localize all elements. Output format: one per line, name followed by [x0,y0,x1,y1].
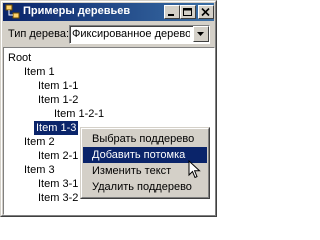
tree-node-root[interactable]: Root [6,51,33,65]
tree-node-item-1-2-1[interactable]: Item 1-2-1 [52,107,106,121]
tree-node-item-1-1[interactable]: Item 1-1 [36,79,80,93]
mouse-pointer-icon [188,160,201,179]
tree-app-icon [5,4,20,19]
window-title: Примеры деревьев [23,5,131,17]
maximize-button[interactable] [180,5,196,19]
tree-node-item-1[interactable]: Item 1 [22,65,57,79]
tree-node-item-3[interactable]: Item 3 [22,163,57,177]
tree-type-select[interactable]: Фиксированное дерево [69,25,210,44]
title-bar[interactable]: Примеры деревьев [3,3,214,21]
menu-item-delete-subtree[interactable]: Удалить поддерево [83,179,207,195]
maximize-icon [183,8,192,16]
close-button[interactable] [198,5,214,19]
tree-node-item-1-2[interactable]: Item 1-2 [36,93,80,107]
tree-node-item-2[interactable]: Item 2 [22,135,57,149]
tree-node-item-3-1[interactable]: Item 3-1 [36,177,80,191]
minimize-icon [168,14,174,16]
tree-node-item-2-1[interactable]: Item 2-1 [36,149,80,163]
tree-node-item-3-2[interactable]: Item 3-2 [36,191,80,205]
minimize-button[interactable] [164,5,180,19]
menu-item-select-subtree[interactable]: Выбрать поддерево [83,131,207,147]
chevron-down-icon [197,32,204,36]
close-icon [201,8,210,17]
tree-type-label: Тип дерева: [8,28,70,40]
tree-type-value: Фиксированное дерево [72,28,190,40]
tree-type-dropdown-button[interactable] [193,26,209,42]
tree-node-item-1-3[interactable]: Item 1-3 [34,121,79,135]
